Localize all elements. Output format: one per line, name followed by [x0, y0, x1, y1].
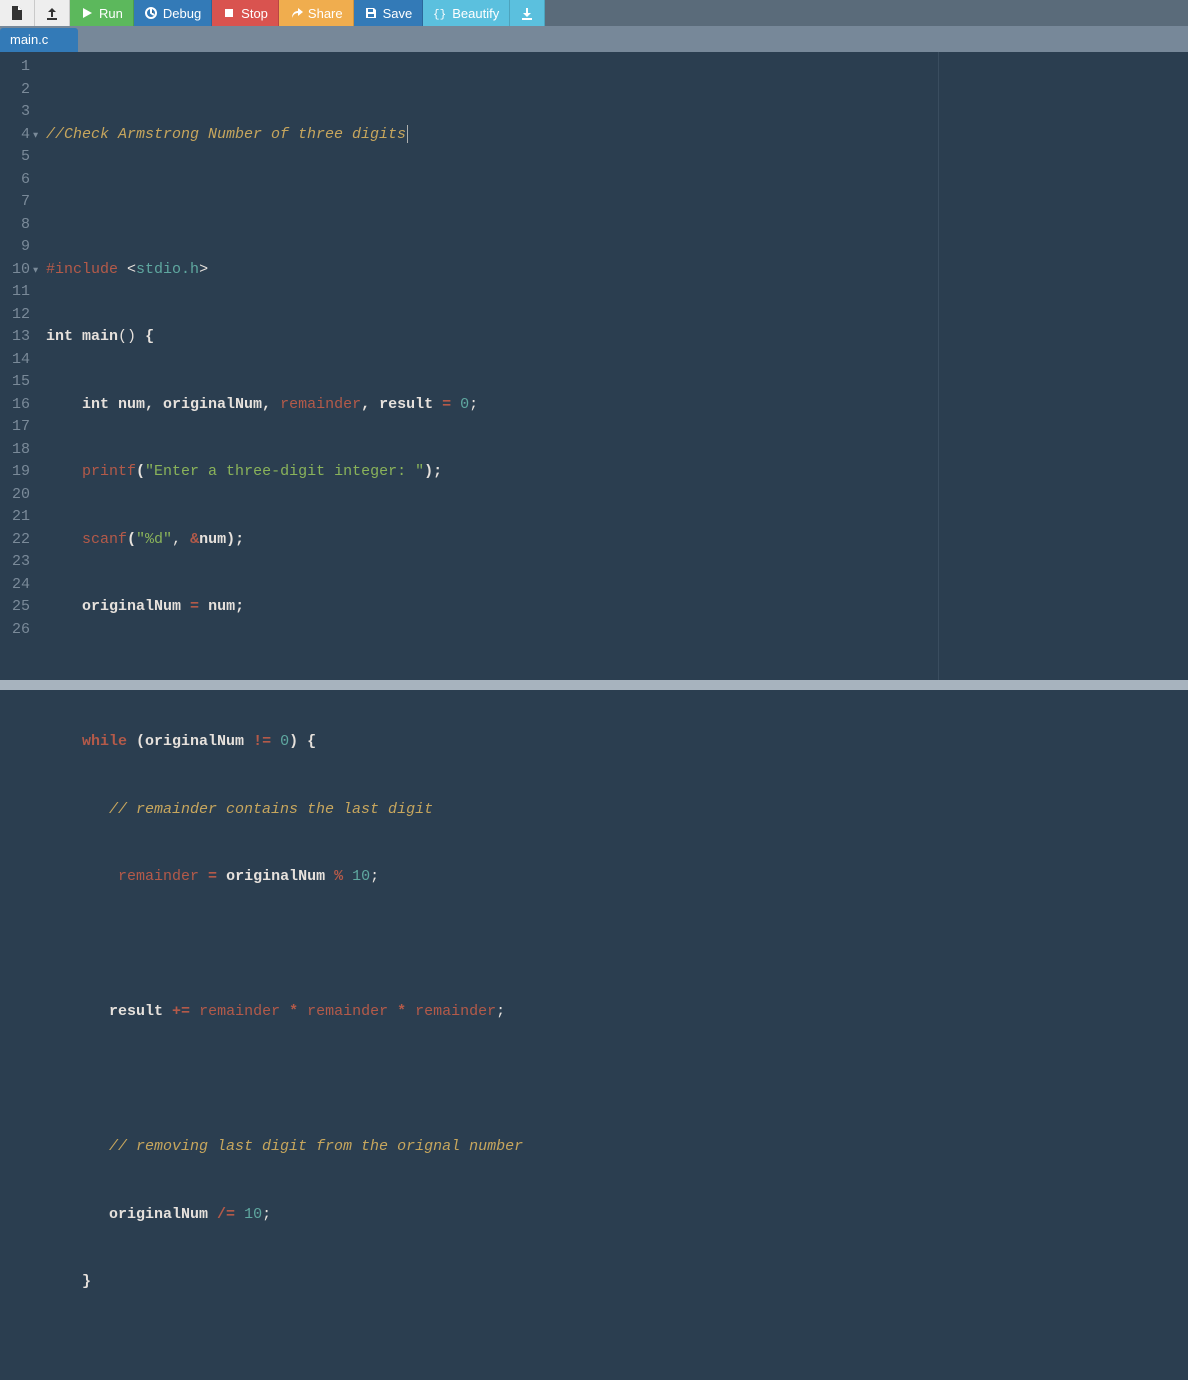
line-number: 8 [0, 214, 30, 237]
line-number: 13 [0, 326, 30, 349]
line-number: 1 [0, 56, 30, 79]
debug-icon [144, 6, 158, 20]
line-number: 25 [0, 596, 30, 619]
print-margin [938, 52, 939, 680]
tab-main-c[interactable]: main.c [0, 28, 78, 52]
line-number: 21 [0, 506, 30, 529]
share-label: Share [308, 6, 343, 21]
new-file-icon [10, 6, 24, 20]
toolbar: Run Debug Stop Share Save {} Beautify [0, 0, 1188, 26]
beautify-label: Beautify [452, 6, 499, 21]
line-number: 15 [0, 371, 30, 394]
line-number: 24 [0, 574, 30, 597]
run-button[interactable]: Run [70, 0, 134, 26]
line-number-gutter: 1234567891011121314151617181920212223242… [0, 52, 38, 680]
tab-label: main.c [10, 32, 48, 47]
line-number: 5 [0, 146, 30, 169]
code-text: //Check Armstrong Number of three digits [46, 126, 406, 143]
upload-icon [45, 6, 59, 20]
text-cursor [407, 125, 408, 143]
line-number: 16 [0, 394, 30, 417]
debug-button[interactable]: Debug [134, 0, 212, 26]
debug-label: Debug [163, 6, 201, 21]
share-icon [289, 6, 303, 20]
line-number: 23 [0, 551, 30, 574]
line-number: 11 [0, 281, 30, 304]
line-number: 26 [0, 619, 30, 642]
status-bar [0, 680, 1188, 690]
share-button[interactable]: Share [279, 0, 354, 26]
line-number: 12 [0, 304, 30, 327]
stop-icon [222, 6, 236, 20]
beautify-button[interactable]: {} Beautify [423, 0, 510, 26]
play-icon [80, 6, 94, 20]
save-label: Save [383, 6, 413, 21]
beautify-icon: {} [433, 6, 447, 20]
save-icon [364, 6, 378, 20]
line-number: 22 [0, 529, 30, 552]
line-number: 6 [0, 169, 30, 192]
line-number: 17 [0, 416, 30, 439]
line-number: 3 [0, 101, 30, 124]
line-number: 20 [0, 484, 30, 507]
line-number: 4 [0, 124, 30, 147]
download-icon [520, 6, 534, 20]
stop-label: Stop [241, 6, 268, 21]
line-number: 18 [0, 439, 30, 462]
save-button[interactable]: Save [354, 0, 424, 26]
line-number: 2 [0, 79, 30, 102]
svg-text:{}: {} [433, 9, 446, 20]
upload-button[interactable] [35, 0, 70, 26]
code-area[interactable]: //Check Armstrong Number of three digits… [38, 52, 1188, 680]
line-number: 14 [0, 349, 30, 372]
stop-button[interactable]: Stop [212, 0, 279, 26]
tab-bar: main.c [0, 26, 1188, 52]
code-editor[interactable]: 1234567891011121314151617181920212223242… [0, 52, 1188, 680]
line-number: 7 [0, 191, 30, 214]
line-number: 10 [0, 259, 30, 282]
download-button[interactable] [510, 0, 545, 26]
line-number: 19 [0, 461, 30, 484]
run-label: Run [99, 6, 123, 21]
line-number: 9 [0, 236, 30, 259]
new-file-button[interactable] [0, 0, 35, 26]
